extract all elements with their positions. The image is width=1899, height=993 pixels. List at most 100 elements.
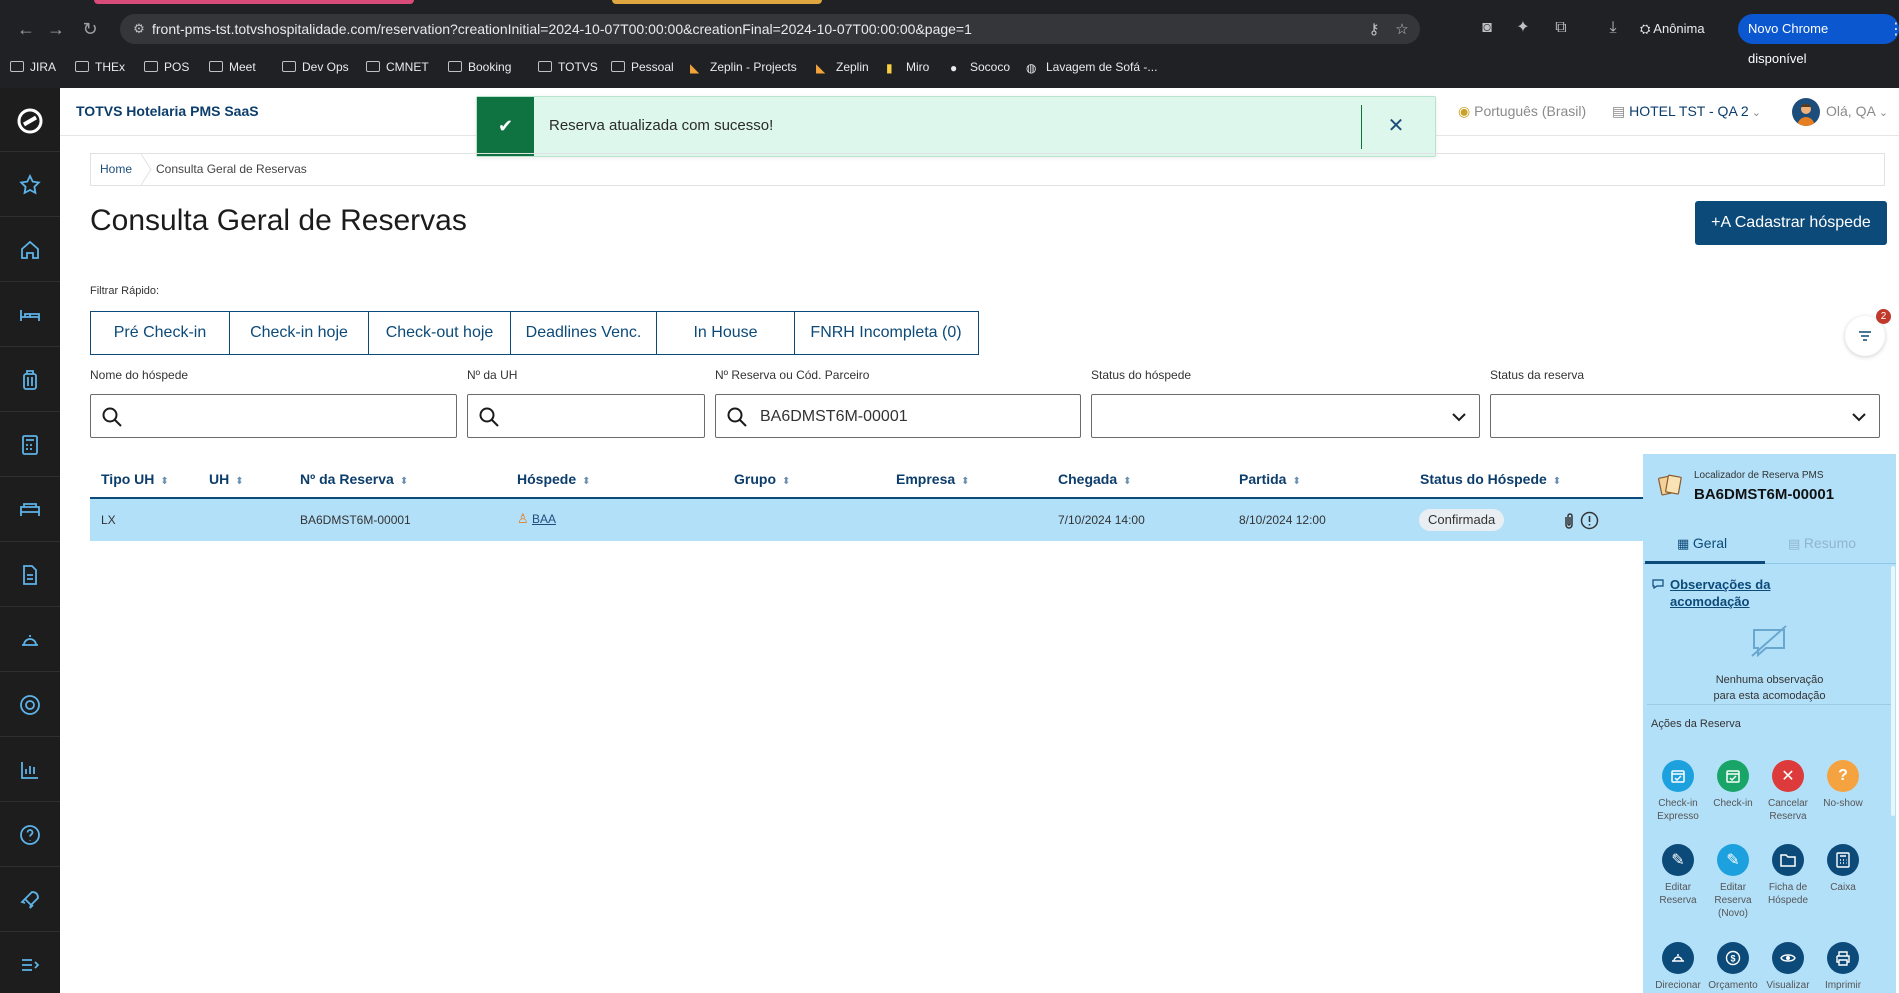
quick-filter-in-house[interactable]: In House	[656, 311, 795, 355]
app-title[interactable]: TOTVS Hotelaria PMS SaaS	[76, 103, 259, 119]
register-guest-button[interactable]: +A Cadastrar hóspede	[1695, 201, 1887, 245]
quick-filter-pre-checkin[interactable]: Pré Check-in	[90, 311, 230, 355]
sidebar-item-service[interactable]	[0, 608, 60, 672]
incognito-indicator[interactable]: ⛭ Anônima	[1640, 16, 1705, 42]
update-chrome-button[interactable]: Novo Chrome disponível	[1738, 14, 1899, 66]
guest-status-select[interactable]	[1091, 394, 1480, 438]
download-icon[interactable]: ⤓	[1602, 17, 1624, 39]
bookmark-sococo[interactable]: ● Sococo	[950, 57, 1010, 77]
hotel-selector[interactable]: ▤ HOTEL TST - QA 2 ⌄	[1612, 103, 1761, 120]
site-info-icon[interactable]: ⚙	[130, 20, 148, 38]
action-print[interactable]: Imprimir	[1815, 942, 1871, 992]
sidebar-item-documents[interactable]	[0, 543, 60, 607]
action-edit-reservation[interactable]: ✎ Editar Reserva	[1650, 844, 1706, 907]
forward-icon[interactable]: →	[44, 17, 68, 41]
reservation-status-select[interactable]	[1490, 394, 1880, 438]
action-view[interactable]: Visualizar	[1760, 942, 1816, 992]
action-cancel-reservation[interactable]: ✕ Cancelar Reserva	[1760, 760, 1816, 823]
quick-filter-checkin-today[interactable]: Check-in hoje	[228, 311, 370, 355]
luggage-icon	[23, 370, 37, 390]
cell-room-type: LX	[101, 513, 116, 527]
double-bed-icon	[20, 503, 40, 516]
back-icon[interactable]: ←	[14, 17, 38, 41]
column-guest-status[interactable]: Status do Hóspede ⬍	[1420, 471, 1561, 487]
action-edit-reservation-new[interactable]: ✎ Editar Reserva (Novo)	[1705, 844, 1761, 920]
action-budget[interactable]: $ Orçamento	[1705, 942, 1761, 992]
extension-icon[interactable]: ✦	[1512, 17, 1534, 39]
bookmark-pos[interactable]: POS	[144, 57, 189, 77]
info-icon[interactable]	[1580, 511, 1599, 530]
bookmark-lavagem[interactable]: ◍ Lavagem de Sofá -...	[1026, 57, 1157, 77]
column-room[interactable]: UH ⬍	[209, 471, 244, 487]
bookmark-zeplin-projects[interactable]: ◣ Zeplin - Projects	[690, 57, 797, 77]
column-departure[interactable]: Partida ⬍	[1239, 471, 1301, 487]
sidebar-item-luggage[interactable]	[0, 348, 60, 412]
action-no-show[interactable]: ? No-show	[1815, 760, 1871, 810]
quick-filter-checkout-today[interactable]: Check-out hoje	[368, 311, 511, 355]
sidebar-item-home[interactable]	[0, 218, 60, 282]
bookmark-cmnet[interactable]: CMNET	[366, 57, 429, 77]
sidebar-item-collapse[interactable]	[0, 933, 60, 993]
sidebar-item-beds[interactable]	[0, 478, 60, 542]
tab-summary[interactable]: ▤ Resumo	[1788, 535, 1856, 552]
action-express-checkin[interactable]: Check-in Expresso	[1650, 760, 1706, 823]
bookmark-devops[interactable]: Dev Ops	[282, 57, 349, 77]
sidebar-item-calculator[interactable]	[0, 413, 60, 477]
column-guest[interactable]: Hóspede ⬍	[517, 471, 591, 487]
room-number-input[interactable]	[467, 394, 705, 438]
column-reservation-number[interactable]: Nº da Reserva ⬍	[300, 471, 408, 487]
column-group[interactable]: Grupo ⬍	[734, 471, 790, 487]
close-icon[interactable]: ✕	[1383, 113, 1409, 139]
sidebar-item-favorites[interactable]	[0, 153, 60, 217]
user-menu[interactable]: Olá, QA ⌄	[1826, 103, 1888, 119]
column-company[interactable]: Empresa ⬍	[896, 471, 970, 487]
sidebar-item-rooms[interactable]	[0, 283, 60, 347]
eye-icon	[1772, 942, 1804, 974]
bookmark-meet[interactable]: Meet	[209, 57, 256, 77]
reload-icon[interactable]: ↻	[78, 17, 102, 41]
quick-filter-deadlines[interactable]: Deadlines Venc.	[509, 311, 658, 355]
attachment-icon[interactable]	[1562, 512, 1576, 530]
bookmark-star-icon[interactable]: ☆	[1392, 20, 1412, 40]
folder-icon	[1772, 844, 1804, 876]
action-guest-record[interactable]: Ficha de Hóspede	[1760, 844, 1816, 907]
bookmark-miro[interactable]: ▮ Miro	[886, 57, 929, 77]
omnibox[interactable]: ⚙ front-pms-tst.totvshospitalidade.com/r…	[120, 14, 1420, 44]
action-cashier[interactable]: Caixa	[1815, 844, 1871, 894]
cell-departure: 8/10/2024 12:00	[1239, 513, 1326, 527]
puzzle-icon[interactable]: ⧉	[1550, 17, 1572, 39]
sidebar-item-logo[interactable]	[0, 88, 60, 152]
sidebar-item-reports[interactable]	[0, 738, 60, 802]
guest-name-input[interactable]	[90, 394, 457, 438]
cell-guest[interactable]: ♙ BAA	[517, 511, 556, 527]
reservation-number-input[interactable]: BA6DMST6M-00001	[715, 394, 1081, 438]
sidebar-item-launch[interactable]	[0, 868, 60, 932]
bookmark-thex[interactable]: THEx	[75, 57, 125, 77]
panel-scrollbar[interactable]	[1891, 566, 1895, 816]
menu-kebab-icon[interactable]: ⋮	[1888, 19, 1899, 39]
avatar[interactable]	[1792, 98, 1820, 126]
bookmark-pessoal[interactable]: Pessoal	[611, 57, 674, 77]
hotel-label: HOTEL TST - QA 2	[1629, 103, 1749, 119]
bookmark-booking[interactable]: Booking	[448, 57, 511, 77]
action-checkin[interactable]: Check-in	[1705, 760, 1761, 810]
column-room-type[interactable]: Tipo UH ⬍	[101, 471, 169, 487]
bookmark-zeplin[interactable]: ◣ Zeplin	[816, 57, 869, 77]
tab-general[interactable]: ▦ Geral	[1677, 535, 1727, 552]
bookmark-jira[interactable]: JIRA	[10, 57, 56, 77]
folder-icon	[144, 61, 158, 72]
sidebar-item-target[interactable]	[0, 673, 60, 737]
accommodation-notes-link[interactable]: Observações da acomodação	[1670, 576, 1800, 610]
breadcrumb-home[interactable]: Home	[91, 154, 144, 185]
sort-icon: ⬍	[235, 476, 244, 487]
quick-filter-fnrh[interactable]: FNRH Incompleta (0)	[793, 311, 979, 355]
camera-icon[interactable]: ◙	[1476, 17, 1498, 39]
language-selector[interactable]: ◉ Português (Brasil)	[1458, 103, 1586, 120]
bookmark-totvs[interactable]: TOTVS	[538, 57, 598, 77]
guest-link[interactable]: BAA	[532, 512, 556, 526]
sidebar-item-help[interactable]	[0, 803, 60, 867]
column-arrival[interactable]: Chegada ⬍	[1058, 471, 1132, 487]
password-key-icon[interactable]: ⚷	[1364, 20, 1384, 40]
action-direct[interactable]: Direcionar	[1650, 942, 1706, 992]
table-row[interactable]: LX BA6DMST6M-00001 ♙ BAA 7/10/2024 14:00…	[90, 499, 1643, 541]
